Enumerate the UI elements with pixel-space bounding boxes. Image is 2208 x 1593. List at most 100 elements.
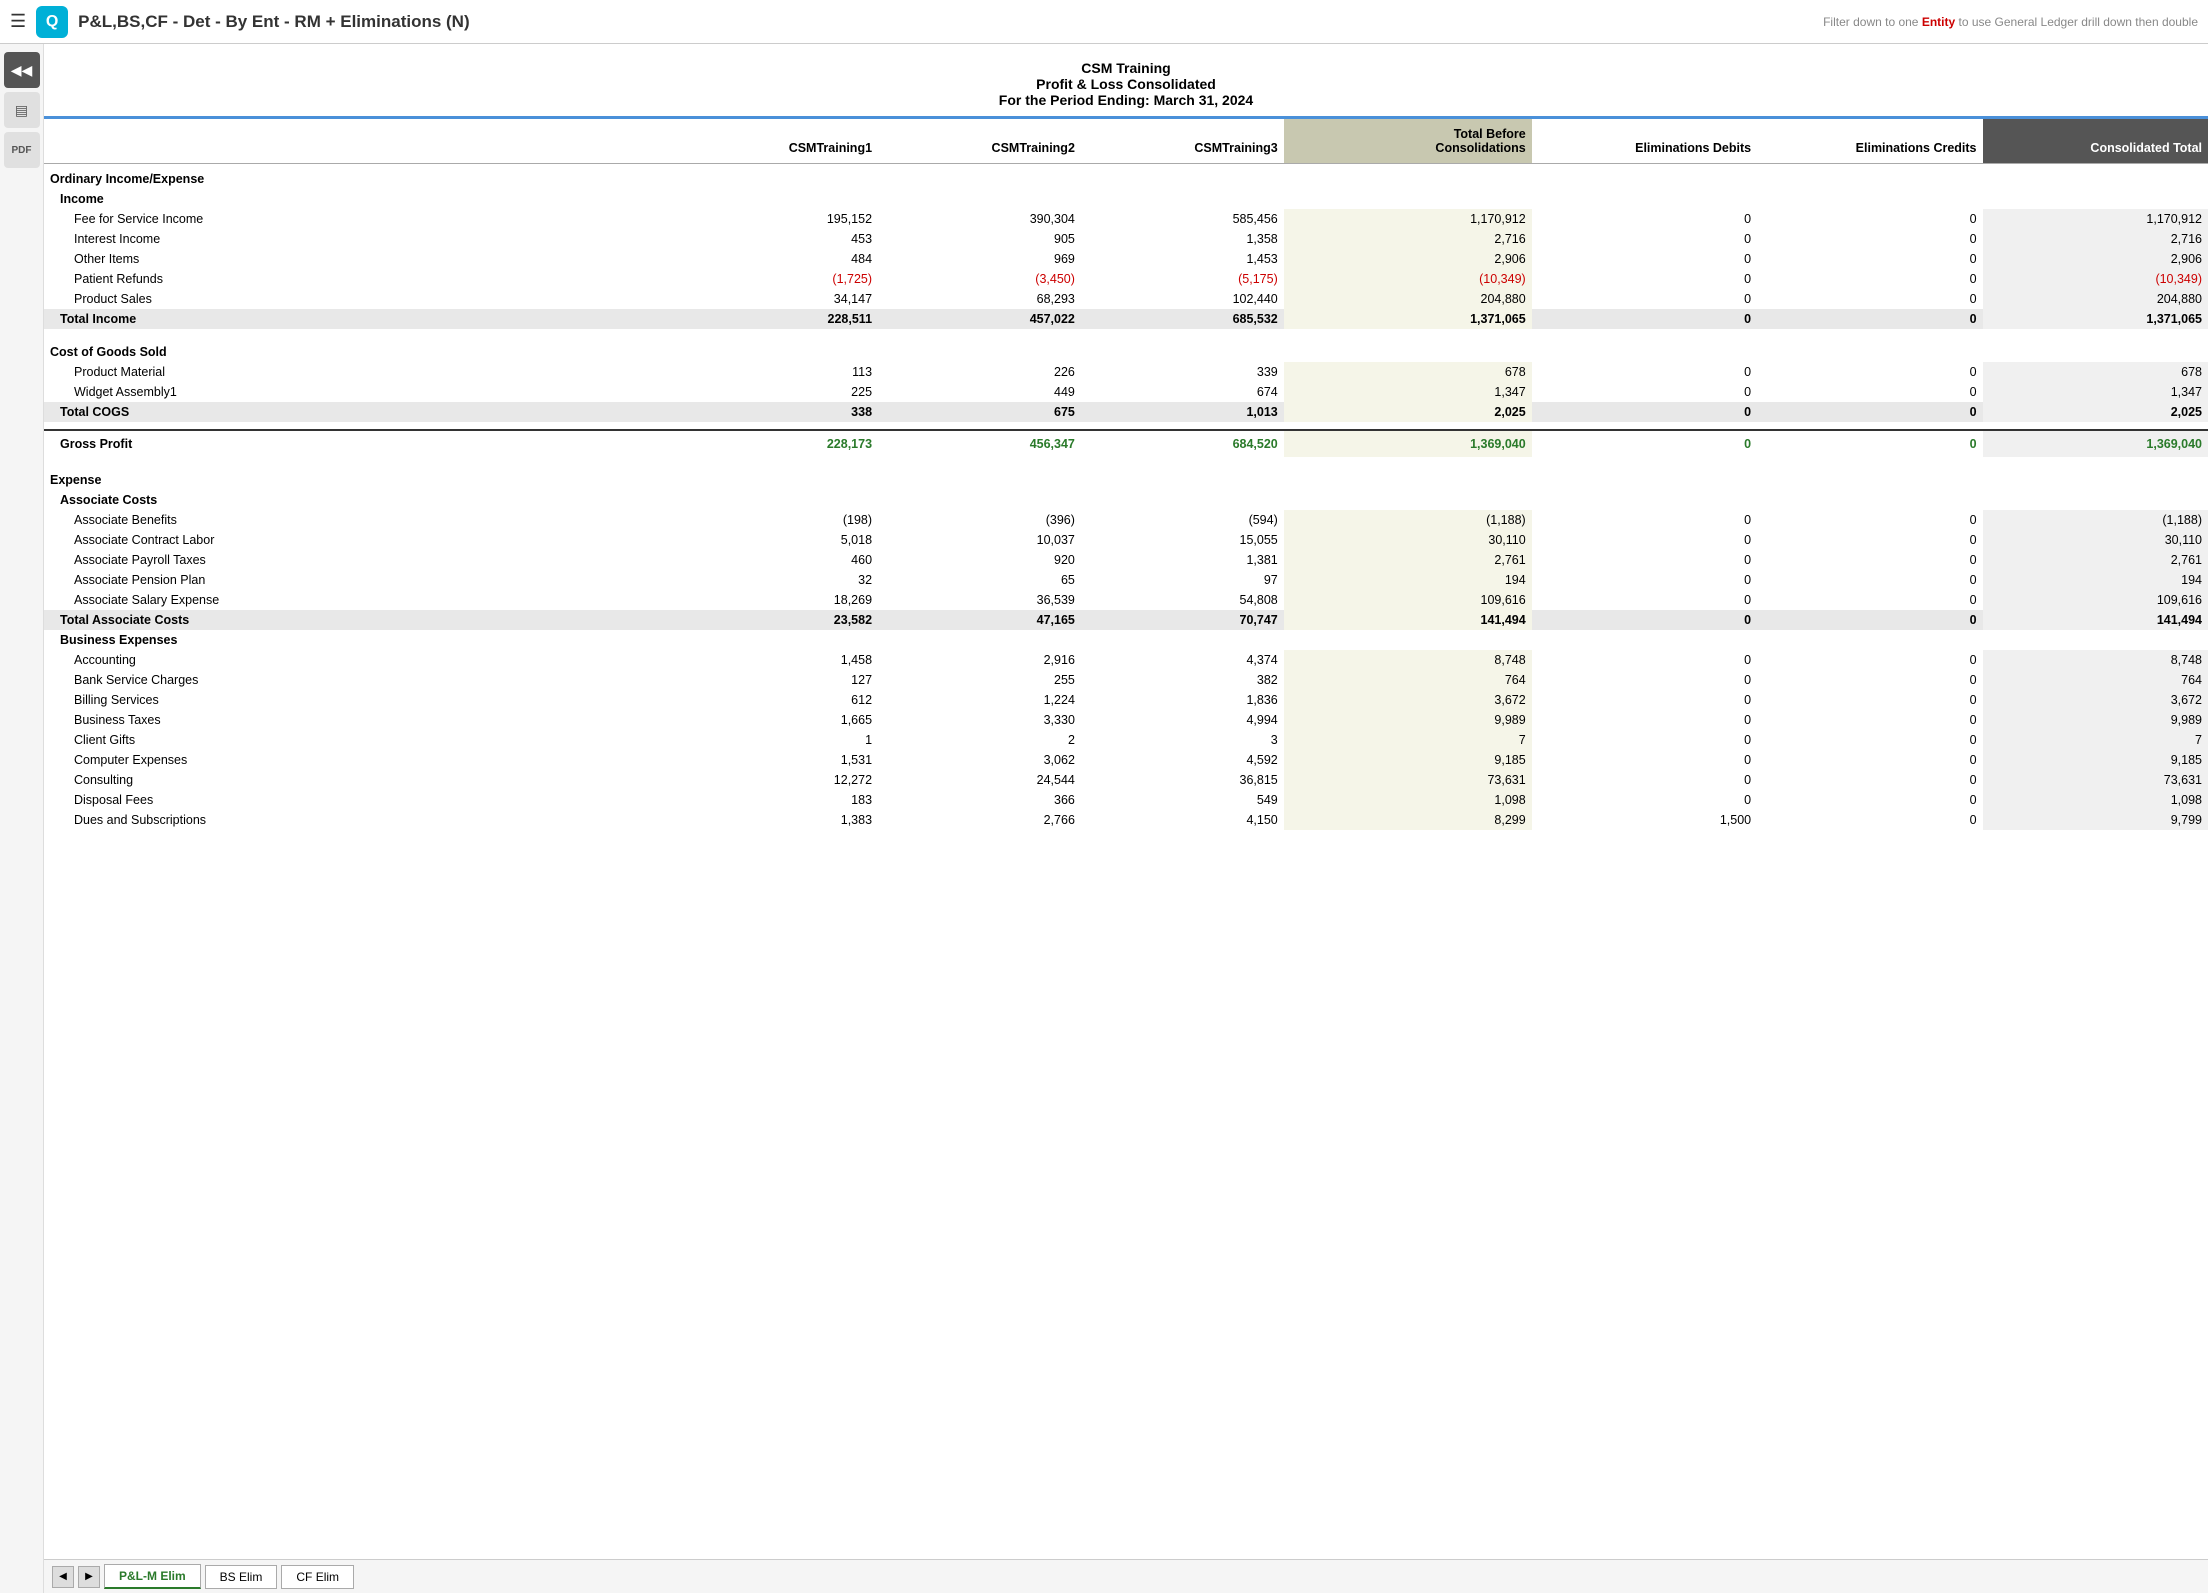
tab-pl-m-elim[interactable]: P&L-M Elim bbox=[104, 1564, 201, 1589]
row-value: 18,269 bbox=[675, 590, 878, 610]
left-sidebar: ◀◀ ▤ PDF bbox=[0, 44, 44, 1593]
row-value: 0 bbox=[1532, 770, 1757, 790]
row-value: 34,147 bbox=[675, 289, 878, 309]
company-name: CSM Training bbox=[64, 60, 2188, 76]
row-value: 1,358 bbox=[1081, 229, 1284, 249]
row-value: 0 bbox=[1532, 530, 1757, 550]
table-row: Computer Expenses1,5313,0624,5929,185009… bbox=[44, 750, 2208, 770]
table-row: Total Income228,511457,022685,5321,371,0… bbox=[44, 309, 2208, 329]
row-value: 460 bbox=[675, 550, 878, 570]
report-table: CSMTraining1 CSMTraining2 CSMTraining3 T… bbox=[44, 119, 2208, 830]
row-value: 969 bbox=[878, 249, 1081, 269]
row-value: 68,293 bbox=[878, 289, 1081, 309]
spacer-row bbox=[44, 457, 2208, 465]
table-row: Associate Pension Plan32659719400194 bbox=[44, 570, 2208, 590]
row-value: 390,304 bbox=[878, 209, 1081, 229]
row-label: Widget Assembly1 bbox=[44, 382, 675, 402]
row-value: 339 bbox=[1081, 362, 1284, 382]
row-label: Total Income bbox=[44, 309, 675, 329]
row-label: Total Associate Costs bbox=[44, 610, 675, 630]
row-value: 0 bbox=[1532, 730, 1757, 750]
table-row: Gross Profit228,173456,347684,5201,369,0… bbox=[44, 430, 2208, 457]
section-label: Cost of Goods Sold bbox=[44, 337, 2208, 362]
row-value: (10,349) bbox=[1983, 269, 2208, 289]
subsection-label: Business Expenses bbox=[44, 630, 2208, 650]
row-label: Other Items bbox=[44, 249, 675, 269]
row-value: 0 bbox=[1532, 309, 1757, 329]
app-title: P&L,BS,CF - Det - By Ent - RM + Eliminat… bbox=[78, 12, 1813, 32]
row-value: 1,224 bbox=[878, 690, 1081, 710]
table-row: Product Material11322633967800678 bbox=[44, 362, 2208, 382]
row-value: 194 bbox=[1983, 570, 2208, 590]
row-value: 0 bbox=[1532, 269, 1757, 289]
row-value: 4,994 bbox=[1081, 710, 1284, 730]
row-value: 0 bbox=[1532, 402, 1757, 422]
rewind-button[interactable]: ◀◀ bbox=[4, 52, 40, 88]
table-row: Product Sales34,14768,293102,440204,8800… bbox=[44, 289, 2208, 309]
row-value: 225 bbox=[675, 382, 878, 402]
row-value: 47,165 bbox=[878, 610, 1081, 630]
tab-cf-elim[interactable]: CF Elim bbox=[281, 1565, 354, 1589]
row-value: (5,175) bbox=[1081, 269, 1284, 289]
row-value: 30,110 bbox=[1284, 530, 1532, 550]
table-row: Income bbox=[44, 189, 2208, 209]
row-value: 338 bbox=[675, 402, 878, 422]
row-value: 1,500 bbox=[1532, 810, 1757, 830]
row-value: (396) bbox=[878, 510, 1081, 530]
hamburger-icon[interactable]: ☰ bbox=[10, 11, 26, 32]
row-value: 0 bbox=[1757, 770, 1982, 790]
row-value: 4,592 bbox=[1081, 750, 1284, 770]
row-value: 36,539 bbox=[878, 590, 1081, 610]
row-value: 194 bbox=[1284, 570, 1532, 590]
row-value: 0 bbox=[1757, 670, 1982, 690]
row-label: Associate Salary Expense bbox=[44, 590, 675, 610]
col7-header: Consolidated Total bbox=[1983, 119, 2208, 164]
row-value: 0 bbox=[1532, 790, 1757, 810]
row-value: (198) bbox=[675, 510, 878, 530]
row-value: 9,799 bbox=[1983, 810, 2208, 830]
row-value: 1,531 bbox=[675, 750, 878, 770]
row-value: 204,880 bbox=[1983, 289, 2208, 309]
row-value: 228,173 bbox=[675, 430, 878, 457]
row-value: 0 bbox=[1757, 362, 1982, 382]
row-value: 0 bbox=[1532, 650, 1757, 670]
table-row: Associate Costs bbox=[44, 490, 2208, 510]
row-value: 764 bbox=[1983, 670, 2208, 690]
pdf-button[interactable]: PDF bbox=[4, 132, 40, 168]
table-row: Widget Assembly12254496741,347001,347 bbox=[44, 382, 2208, 402]
table-row: Consulting12,27224,54436,81573,6310073,6… bbox=[44, 770, 2208, 790]
row-value: 3,330 bbox=[878, 710, 1081, 730]
table-row: Associate Payroll Taxes4609201,3812,7610… bbox=[44, 550, 2208, 570]
row-value: 0 bbox=[1532, 710, 1757, 730]
filter-hint: Filter down to one Entity to use General… bbox=[1823, 15, 2198, 29]
row-value: 1,098 bbox=[1983, 790, 2208, 810]
row-value: 1,170,912 bbox=[1284, 209, 1532, 229]
row-value: 3,672 bbox=[1284, 690, 1532, 710]
row-value: 10,037 bbox=[878, 530, 1081, 550]
row-value: 2 bbox=[878, 730, 1081, 750]
row-label: Fee for Service Income bbox=[44, 209, 675, 229]
row-value: 0 bbox=[1532, 750, 1757, 770]
tab-next-button[interactable]: ▶ bbox=[78, 1566, 100, 1588]
row-value: 0 bbox=[1532, 209, 1757, 229]
row-value: 484 bbox=[675, 249, 878, 269]
row-label: Total COGS bbox=[44, 402, 675, 422]
report-period: For the Period Ending: March 31, 2024 bbox=[64, 92, 2188, 108]
row-value: 1,369,040 bbox=[1284, 430, 1532, 457]
row-value: 54,808 bbox=[1081, 590, 1284, 610]
row-value: 0 bbox=[1757, 309, 1982, 329]
row-value: 0 bbox=[1532, 590, 1757, 610]
row-label: Associate Pension Plan bbox=[44, 570, 675, 590]
row-value: 113 bbox=[675, 362, 878, 382]
tab-prev-button[interactable]: ◀ bbox=[52, 1566, 74, 1588]
section-label: Ordinary Income/Expense bbox=[44, 164, 2208, 190]
row-value: 549 bbox=[1081, 790, 1284, 810]
row-value: 8,299 bbox=[1284, 810, 1532, 830]
tab-bs-elim[interactable]: BS Elim bbox=[205, 1565, 278, 1589]
grid-button[interactable]: ▤ bbox=[4, 92, 40, 128]
bottom-tabs: ◀ ▶ P&L-M Elim BS Elim CF Elim bbox=[44, 1559, 2208, 1593]
row-value: (1,725) bbox=[675, 269, 878, 289]
table-row: Associate Benefits(198)(396)(594)(1,188)… bbox=[44, 510, 2208, 530]
row-value: 73,631 bbox=[1284, 770, 1532, 790]
row-value: 0 bbox=[1757, 710, 1982, 730]
